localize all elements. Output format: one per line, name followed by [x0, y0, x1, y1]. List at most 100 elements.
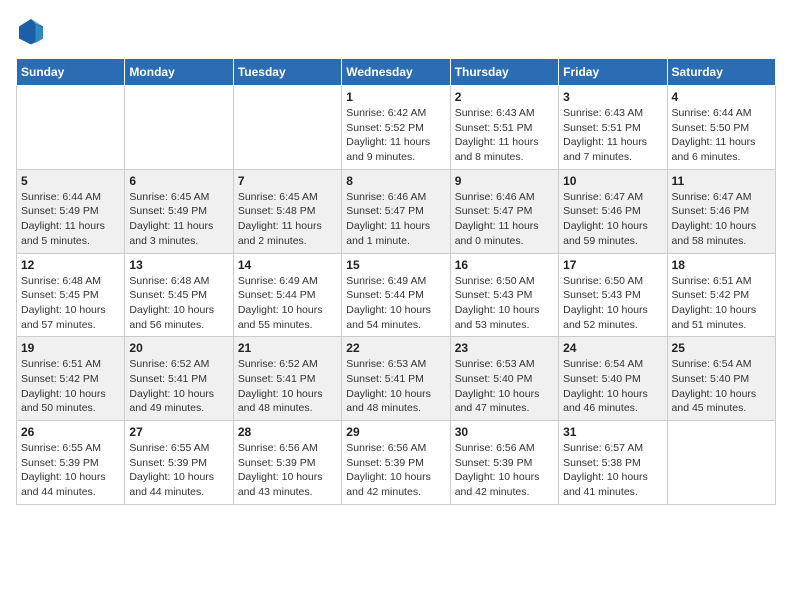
calendar-cell: 30 Sunrise: 6:56 AM Sunset: 5:39 PM Dayli… — [450, 421, 558, 505]
day-number: 7 — [238, 174, 337, 188]
day-number: 3 — [563, 90, 662, 104]
day-info: Sunrise: 6:49 AM Sunset: 5:44 PM Dayligh… — [238, 274, 337, 333]
day-number: 19 — [21, 341, 120, 355]
day-number: 25 — [672, 341, 771, 355]
day-number: 28 — [238, 425, 337, 439]
calendar-cell: 29 Sunrise: 6:56 AM Sunset: 5:39 PM Dayli… — [342, 421, 450, 505]
calendar-cell: 24 Sunrise: 6:54 AM Sunset: 5:40 PM Dayli… — [559, 337, 667, 421]
calendar-cell: 23 Sunrise: 6:53 AM Sunset: 5:40 PM Dayli… — [450, 337, 558, 421]
day-header: Friday — [559, 59, 667, 86]
day-header: Thursday — [450, 59, 558, 86]
day-number: 8 — [346, 174, 445, 188]
calendar-cell: 9 Sunrise: 6:46 AM Sunset: 5:47 PM Daylig… — [450, 169, 558, 253]
day-header: Wednesday — [342, 59, 450, 86]
day-info: Sunrise: 6:54 AM Sunset: 5:40 PM Dayligh… — [672, 357, 771, 416]
day-number: 31 — [563, 425, 662, 439]
day-info: Sunrise: 6:44 AM Sunset: 5:50 PM Dayligh… — [672, 106, 771, 165]
day-info: Sunrise: 6:43 AM Sunset: 5:51 PM Dayligh… — [563, 106, 662, 165]
day-number: 23 — [455, 341, 554, 355]
calendar-cell: 6Sunrise: 6:45 AM Sunset: 5:49 PM Daylig… — [125, 169, 233, 253]
calendar-cell: 3 Sunrise: 6:43 AM Sunset: 5:51 PM Daylig… — [559, 86, 667, 170]
day-info: Sunrise: 6:53 AM Sunset: 5:41 PM Dayligh… — [346, 357, 445, 416]
day-info: Sunrise: 6:46 AM Sunset: 5:47 PM Dayligh… — [455, 190, 554, 249]
day-info: Sunrise: 6:56 AM Sunset: 5:39 PM Dayligh… — [455, 441, 554, 500]
calendar-week: 19 Sunrise: 6:51 AM Sunset: 5:42 PM Dayli… — [17, 337, 776, 421]
day-header: Saturday — [667, 59, 775, 86]
day-header: Sunday — [17, 59, 125, 86]
day-number: 13 — [129, 258, 228, 272]
day-info: Sunrise: 6:57 AM Sunset: 5:38 PM Dayligh… — [563, 441, 662, 500]
day-number: 18 — [672, 258, 771, 272]
day-info: Sunrise: 6:52 AM Sunset: 5:41 PM Dayligh… — [238, 357, 337, 416]
day-number: 11 — [672, 174, 771, 188]
day-info: Sunrise: 6:56 AM Sunset: 5:39 PM Dayligh… — [238, 441, 337, 500]
day-header: Monday — [125, 59, 233, 86]
calendar-cell: 11 Sunrise: 6:47 AM Sunset: 5:46 PM Dayli… — [667, 169, 775, 253]
calendar-cell — [125, 86, 233, 170]
calendar-cell: 21 Sunrise: 6:52 AM Sunset: 5:41 PM Dayli… — [233, 337, 341, 421]
day-info: Sunrise: 6:48 AM Sunset: 5:45 PM Dayligh… — [129, 274, 228, 333]
calendar-cell: 22 Sunrise: 6:53 AM Sunset: 5:41 PM Dayli… — [342, 337, 450, 421]
day-info: Sunrise: 6:55 AM Sunset: 5:39 PM Dayligh… — [21, 441, 120, 500]
day-info: Sunrise: 6:56 AM Sunset: 5:39 PM Dayligh… — [346, 441, 445, 500]
calendar-cell: 4 Sunrise: 6:44 AM Sunset: 5:50 PM Daylig… — [667, 86, 775, 170]
day-info: Sunrise: 6:50 AM Sunset: 5:43 PM Dayligh… — [563, 274, 662, 333]
calendar-cell: 20Sunrise: 6:52 AM Sunset: 5:41 PM Dayli… — [125, 337, 233, 421]
calendar-week: 26 Sunrise: 6:55 AM Sunset: 5:39 PM Dayli… — [17, 421, 776, 505]
logo — [16, 16, 50, 46]
calendar-cell: 14 Sunrise: 6:49 AM Sunset: 5:44 PM Dayli… — [233, 253, 341, 337]
day-info: Sunrise: 6:48 AM Sunset: 5:45 PM Dayligh… — [21, 274, 120, 333]
day-info: Sunrise: 6:54 AM Sunset: 5:40 PM Dayligh… — [563, 357, 662, 416]
day-info: Sunrise: 6:42 AM Sunset: 5:52 PM Dayligh… — [346, 106, 445, 165]
day-number: 22 — [346, 341, 445, 355]
calendar-cell: 25 Sunrise: 6:54 AM Sunset: 5:40 PM Dayli… — [667, 337, 775, 421]
day-number: 30 — [455, 425, 554, 439]
day-number: 26 — [21, 425, 120, 439]
calendar-cell: 17Sunrise: 6:50 AM Sunset: 5:43 PM Dayli… — [559, 253, 667, 337]
day-info: Sunrise: 6:46 AM Sunset: 5:47 PM Dayligh… — [346, 190, 445, 249]
calendar-cell: 7 Sunrise: 6:45 AM Sunset: 5:48 PM Daylig… — [233, 169, 341, 253]
calendar-cell: 27 Sunrise: 6:55 AM Sunset: 5:39 PM Dayli… — [125, 421, 233, 505]
calendar-cell: 2Sunrise: 6:43 AM Sunset: 5:51 PM Daylig… — [450, 86, 558, 170]
page-header — [16, 16, 776, 46]
calendar-cell: 31 Sunrise: 6:57 AM Sunset: 5:38 PM Dayli… — [559, 421, 667, 505]
calendar-cell: 15 Sunrise: 6:49 AM Sunset: 5:44 PM Dayli… — [342, 253, 450, 337]
calendar-cell: 1 Sunrise: 6:42 AM Sunset: 5:52 PM Daylig… — [342, 86, 450, 170]
calendar-cell: 10 Sunrise: 6:47 AM Sunset: 5:46 PM Dayli… — [559, 169, 667, 253]
day-number: 5 — [21, 174, 120, 188]
day-number: 27 — [129, 425, 228, 439]
day-info: Sunrise: 6:52 AM Sunset: 5:41 PM Dayligh… — [129, 357, 228, 416]
day-number: 9 — [455, 174, 554, 188]
calendar-cell: 18 Sunrise: 6:51 AM Sunset: 5:42 PM Dayli… — [667, 253, 775, 337]
logo-icon — [16, 16, 46, 46]
day-number: 21 — [238, 341, 337, 355]
calendar-cell: 5Sunrise: 6:44 AM Sunset: 5:49 PM Daylig… — [17, 169, 125, 253]
day-number: 4 — [672, 90, 771, 104]
calendar-cell: 12Sunrise: 6:48 AM Sunset: 5:45 PM Dayli… — [17, 253, 125, 337]
day-info: Sunrise: 6:43 AM Sunset: 5:51 PM Dayligh… — [455, 106, 554, 165]
day-info: Sunrise: 6:51 AM Sunset: 5:42 PM Dayligh… — [21, 357, 120, 416]
day-info: Sunrise: 6:45 AM Sunset: 5:48 PM Dayligh… — [238, 190, 337, 249]
day-info: Sunrise: 6:55 AM Sunset: 5:39 PM Dayligh… — [129, 441, 228, 500]
day-header: Tuesday — [233, 59, 341, 86]
day-info: Sunrise: 6:51 AM Sunset: 5:42 PM Dayligh… — [672, 274, 771, 333]
calendar-week: 12Sunrise: 6:48 AM Sunset: 5:45 PM Dayli… — [17, 253, 776, 337]
day-info: Sunrise: 6:45 AM Sunset: 5:49 PM Dayligh… — [129, 190, 228, 249]
day-info: Sunrise: 6:49 AM Sunset: 5:44 PM Dayligh… — [346, 274, 445, 333]
calendar-cell: 19 Sunrise: 6:51 AM Sunset: 5:42 PM Dayli… — [17, 337, 125, 421]
day-info: Sunrise: 6:53 AM Sunset: 5:40 PM Dayligh… — [455, 357, 554, 416]
day-info: Sunrise: 6:47 AM Sunset: 5:46 PM Dayligh… — [672, 190, 771, 249]
day-number: 1 — [346, 90, 445, 104]
day-number: 15 — [346, 258, 445, 272]
day-number: 29 — [346, 425, 445, 439]
day-number: 24 — [563, 341, 662, 355]
calendar: SundayMondayTuesdayWednesdayThursdayFrid… — [16, 58, 776, 505]
calendar-week: 5Sunrise: 6:44 AM Sunset: 5:49 PM Daylig… — [17, 169, 776, 253]
calendar-cell — [233, 86, 341, 170]
day-info: Sunrise: 6:47 AM Sunset: 5:46 PM Dayligh… — [563, 190, 662, 249]
day-number: 10 — [563, 174, 662, 188]
calendar-cell — [667, 421, 775, 505]
day-number: 14 — [238, 258, 337, 272]
calendar-cell: 16Sunrise: 6:50 AM Sunset: 5:43 PM Dayli… — [450, 253, 558, 337]
calendar-cell: 13 Sunrise: 6:48 AM Sunset: 5:45 PM Dayli… — [125, 253, 233, 337]
